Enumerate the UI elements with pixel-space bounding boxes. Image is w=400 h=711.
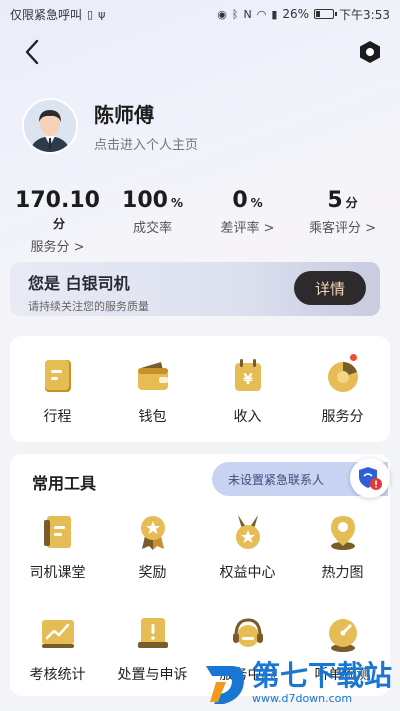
quick-item-income[interactable]: ¥ 收入 [200,356,295,426]
common-tools-title: 常用工具 [32,474,97,493]
site-watermark: 第七下载站 www.d7down.com [202,655,398,711]
stat-label: 乘客评分 > [308,221,377,236]
usb-icon: ψ [98,7,106,21]
vibrate-icon: ▮ [271,7,278,21]
reward-medal-icon [140,516,165,550]
d7-logo-icon [206,666,244,704]
heatmap-pin-icon [330,516,355,550]
stat-label: 成交率 [132,221,172,236]
stat-value: 100 [122,188,168,213]
assessment-chart-icon [41,620,74,648]
classroom-icon [43,516,71,548]
bluetooth-icon: ᛒ [231,7,239,21]
stat-label: 服务分 > [30,240,85,255]
tool-reward[interactable]: 奖励 [105,512,200,582]
top-nav [0,34,400,70]
income-icon: ¥ [234,359,261,391]
wifi-icon: ◠ [256,7,267,21]
service-center-headset-icon [232,618,263,647]
itinerary-book-icon [44,360,71,392]
emergency-call-only-text: 仅限紧急呼叫 [10,7,83,22]
location-icon: ◉ [217,7,227,21]
sim-icon: ▯ [87,7,94,21]
stat-unit: 分 [345,196,358,210]
quick-item-label: 服务分 [321,409,364,425]
stat-value: 5 [327,188,343,213]
settings-button[interactable] [358,40,382,64]
stats-row: 170.10分 服务分 > 100% 成交率 0% 差评率 > 5分 乘客评分 … [10,188,390,255]
driver-level-banner: 您是 白银司机 请持续关注您的服务质量 详情 [10,262,380,316]
stat-deal-rate: 100% 成交率 [105,188,200,244]
quick-item-itinerary[interactable]: 行程 [10,356,105,426]
quick-item-label: 收入 [233,409,262,425]
status-bar: 仅限紧急呼叫 ▯ ψ ◉ ᛒ N ◠ ▮ 26% 下午3:53 [0,0,400,28]
stat-unit: % [170,196,183,210]
tool-label: 奖励 [138,565,167,581]
tool-appeal[interactable]: 处置与申诉 [105,614,200,684]
tool-label: 处置与申诉 [117,667,188,683]
safety-shield-button[interactable] [350,458,390,498]
tool-assessment-stats[interactable]: 考核统计 [10,614,105,684]
chevron-left-icon [25,39,39,65]
benefits-medal-icon [235,515,260,549]
battery-percent: 26% [282,7,310,21]
details-button[interactable]: 详情 [294,271,366,305]
watermark-title: 第七下载站 [252,658,393,692]
driver-name: 陈师傅 [94,103,154,127]
watermark-url: www.d7down.com [252,691,353,705]
appeal-icon [137,618,168,648]
tool-driver-classroom[interactable]: 司机课堂 [10,512,105,582]
battery-icon [314,9,338,19]
hexagon-settings-icon [360,41,380,63]
quick-actions-card: 行程 钱包 ¥ 收入 服务分 [10,336,390,442]
status-time: 下午3:53 [339,7,390,22]
nfc-icon: N [243,7,252,21]
quick-item-label: 钱包 [138,409,167,425]
stat-passenger-rating[interactable]: 5分 乘客评分 > [295,188,390,244]
stat-negative-rate[interactable]: 0% 差评率 > [200,188,295,244]
tool-benefits-center[interactable]: 权益中心 [200,512,295,582]
stat-unit: % [250,196,263,210]
quick-item-service-score[interactable]: 服务分 [295,354,390,426]
driver-avatar-icon [24,100,76,152]
back-button[interactable] [20,38,46,66]
service-score-icon [327,362,358,392]
stat-value: 170.10 [15,188,100,213]
tool-label: 权益中心 [219,565,276,581]
wallet-icon [137,362,168,390]
quick-item-wallet[interactable]: 钱包 [105,356,200,426]
quick-item-label: 行程 [43,409,72,425]
tool-label: 考核统计 [29,667,86,683]
tool-label: 热力图 [321,565,364,581]
stat-unit: 分 [52,217,65,231]
stat-service-score[interactable]: 170.10 分 服务分 > [10,188,105,255]
shield-alert-icon [359,467,382,490]
order-check-gauge-icon [328,619,357,652]
tool-heatmap[interactable]: 热力图 [295,512,390,582]
profile-section[interactable]: 陈师傅 点击进入个人主页 [22,95,382,157]
tool-label: 司机课堂 [29,565,86,581]
avatar[interactable] [22,98,78,154]
stat-label: 差评率 > [220,221,275,236]
profile-home-link[interactable]: 点击进入个人主页 [94,134,198,153]
svg-text:¥: ¥ [243,372,253,388]
stat-value: 0 [232,188,248,213]
